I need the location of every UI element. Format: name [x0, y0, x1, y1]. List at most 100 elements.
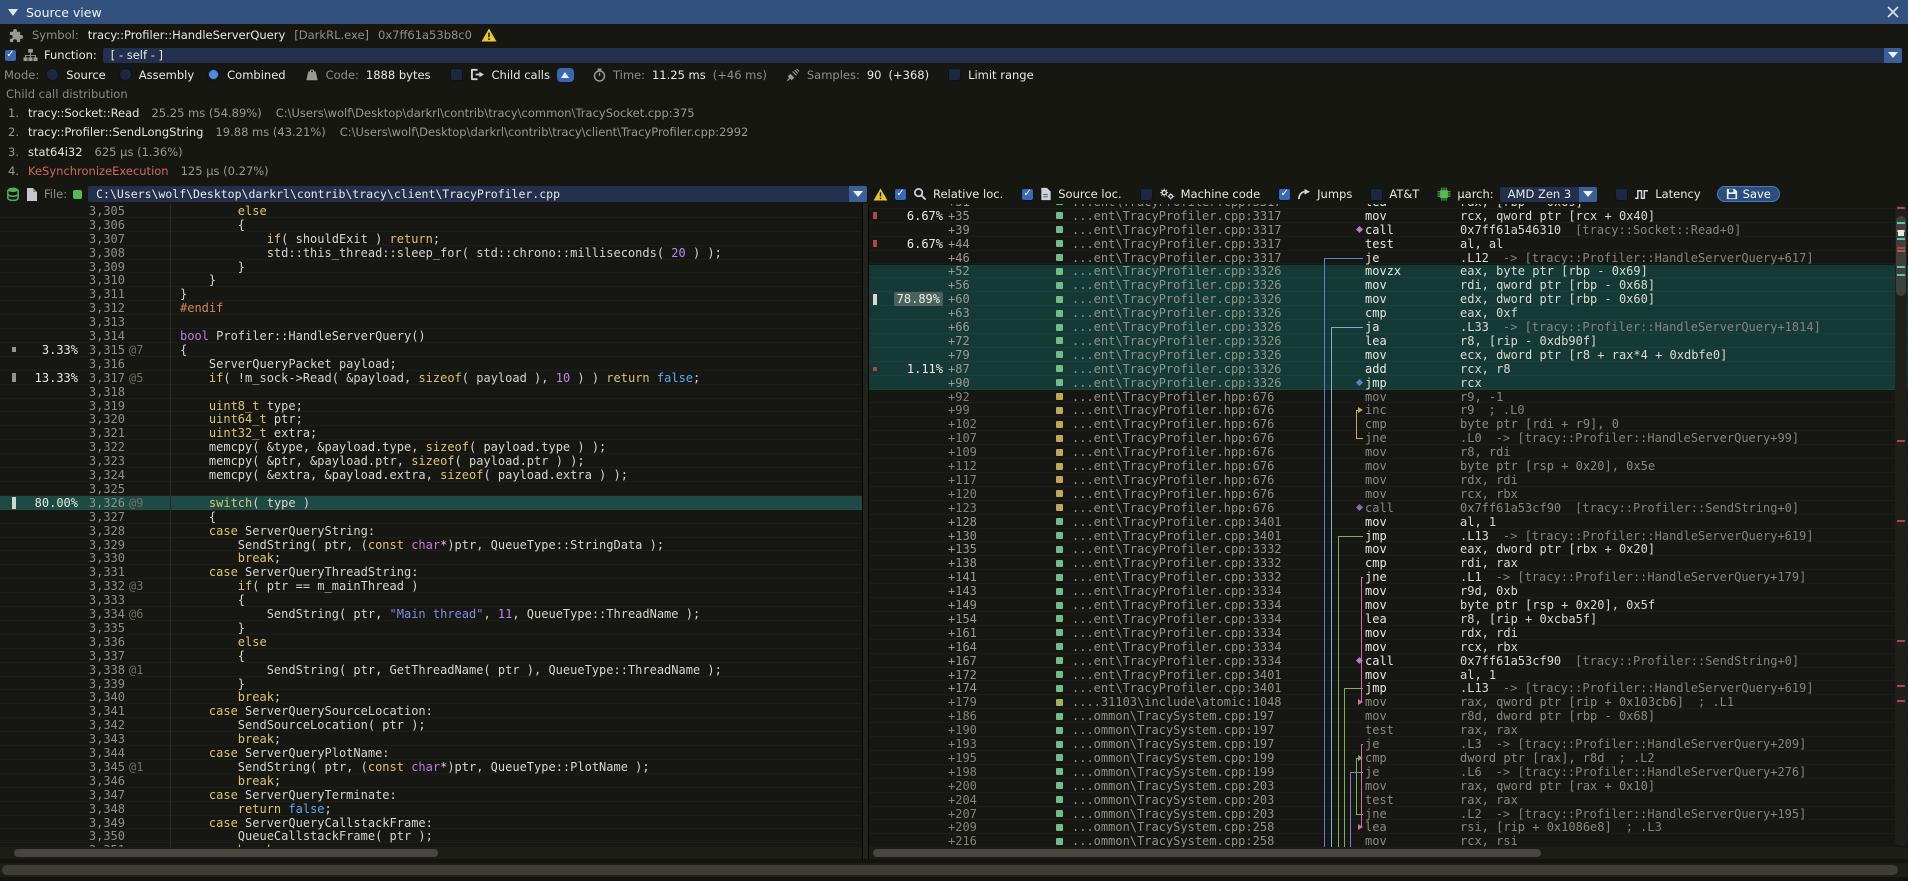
asm-mnemonic[interactable]: mov	[1365, 390, 1387, 404]
asm-vscrollbar[interactable]	[1895, 204, 1907, 846]
att-checkbox[interactable]	[1370, 188, 1383, 201]
source-hscroll-thumb[interactable]	[14, 849, 438, 857]
asm-row[interactable]: +135...ent\TracyProfiler.cpp:3332moveax,…	[869, 543, 1908, 557]
asm-mnemonic[interactable]: mov	[1365, 668, 1387, 682]
child-call-item[interactable]: 1.tracy::Socket::Read25.25 ms (54.89%)C:…	[0, 103, 1908, 123]
asm-source-loc[interactable]: ...ommon\TracySystem.cpp:258	[1072, 821, 1274, 835]
asm-mnemonic[interactable]: mov	[1365, 348, 1387, 362]
source-line[interactable]: 3,334@6 SendString( ptr, "Main thread", …	[0, 607, 862, 621]
source-pane[interactable]: 3,305 else3,306 {3,307 if( shouldExit ) …	[0, 204, 862, 859]
asm-mnemonic[interactable]: test	[1365, 723, 1394, 737]
asm-source-loc[interactable]: ...ent\TracyProfiler.hpp:676	[1072, 473, 1274, 487]
source-line[interactable]: 3,346 break;	[0, 774, 862, 788]
asm-mnemonic[interactable]: jne	[1365, 570, 1387, 584]
asm-source-loc[interactable]: ...ent\TracyProfiler.cpp:3326	[1072, 292, 1282, 306]
pane-divider[interactable]	[862, 204, 869, 859]
source-line[interactable]: 3,322 memcpy( &type, &payload.type, size…	[0, 440, 862, 454]
source-loc-checkbox[interactable]	[1021, 188, 1034, 201]
asm-source-loc[interactable]: ...ent\TracyProfiler.cpp:3401	[1072, 515, 1282, 529]
source-line[interactable]: 3,324 memcpy( &extra, &payload.extra, si…	[0, 468, 862, 482]
asm-row[interactable]: +107...ent\TracyProfiler.hpp:676jne.L0->…	[869, 431, 1908, 445]
child-call-item[interactable]: 3.stat64i32625 µs (1.36%)	[0, 142, 1908, 162]
asm-source-loc[interactable]: ...ommon\TracySystem.cpp:197	[1072, 723, 1274, 737]
asm-mnemonic[interactable]: add	[1365, 362, 1387, 376]
titlebar[interactable]: Source view	[0, 0, 1908, 24]
asm-row[interactable]: +167...ent\TracyProfiler.cpp:3334call0x7…	[869, 654, 1908, 668]
asm-row[interactable]: +120...ent\TracyProfiler.hpp:676movrcx, …	[869, 487, 1908, 501]
source-line[interactable]: 3,340 break;	[0, 691, 862, 705]
source-line[interactable]: 3,328 case ServerQueryString:	[0, 524, 862, 538]
asm-source-loc[interactable]: ...ent\TracyProfiler.cpp:3332	[1072, 556, 1282, 570]
asm-row[interactable]: +46...ent\TracyProfiler.cpp:3317je.L12->…	[869, 251, 1908, 265]
source-line[interactable]: 3,329 SendString( ptr, (const char*)ptr,…	[0, 538, 862, 552]
source-line[interactable]: 3,342 SendSourceLocation( ptr );	[0, 718, 862, 732]
child-call-item[interactable]: 2.tracy::Profiler::SendLongString19.88 m…	[0, 123, 1908, 143]
asm-mnemonic[interactable]: jmp	[1365, 376, 1387, 390]
asm-row[interactable]: +79...ent\TracyProfiler.cpp:3326movecx, …	[869, 348, 1908, 362]
asm-mnemonic[interactable]: mov	[1365, 584, 1387, 598]
asm-source-loc[interactable]: ...ent\TracyProfiler.cpp:3334	[1072, 598, 1282, 612]
asm-row[interactable]: 1.11%+87...ent\TracyProfiler.cpp:3326add…	[869, 362, 1908, 376]
asm-hscrollbar[interactable]	[869, 847, 1908, 859]
child-calls-label[interactable]: Child calls	[492, 68, 550, 82]
asm-mnemonic[interactable]: cmp	[1365, 556, 1387, 570]
asm-hscroll-thumb[interactable]	[873, 849, 1541, 857]
bottom-scroll-thumb[interactable]	[2, 865, 1898, 875]
source-line[interactable]: 3,305 else	[0, 204, 862, 218]
asm-row[interactable]: +198...ommon\TracySystem.cpp:199je.L6-> …	[869, 765, 1908, 779]
asm-mnemonic[interactable]: lea	[1365, 821, 1387, 835]
source-line[interactable]: 3,345@1 SendString( ptr, (const char*)pt…	[0, 760, 862, 774]
asm-mnemonic[interactable]: call	[1365, 223, 1394, 237]
source-line[interactable]: 3,309 }	[0, 260, 862, 274]
source-line[interactable]: 3,333 {	[0, 593, 862, 607]
asm-mnemonic[interactable]: je	[1365, 251, 1379, 265]
asm-mnemonic[interactable]: mov	[1365, 292, 1387, 306]
asm-mnemonic[interactable]: je	[1365, 765, 1379, 779]
asm-mnemonic[interactable]: mov	[1365, 445, 1387, 459]
asm-mnemonic[interactable]: lea	[1365, 612, 1387, 626]
uarch-dropdown[interactable]: AMD Zen 3	[1500, 187, 1598, 202]
asm-mnemonic[interactable]: inc	[1365, 404, 1387, 418]
asm-row[interactable]: +193...ommon\TracySystem.cpp:197je.L3-> …	[869, 737, 1908, 751]
asm-row[interactable]: +39...ent\TracyProfiler.cpp:3317call0x7f…	[869, 223, 1908, 237]
asm-row[interactable]: +92...ent\TracyProfiler.hpp:676movr9, -1	[869, 390, 1908, 404]
asm-row[interactable]: +179....31103\include\atomic:1048movrax,…	[869, 695, 1908, 709]
asm-source-loc[interactable]: ...ent\TracyProfiler.cpp:3334	[1072, 584, 1282, 598]
radio-source-label[interactable]: Source	[66, 68, 106, 82]
asm-mnemonic[interactable]: mov	[1365, 473, 1387, 487]
source-line[interactable]: 3,347 case ServerQueryTerminate:	[0, 788, 862, 802]
asm-row[interactable]: +112...ent\TracyProfiler.hpp:676movbyte …	[869, 459, 1908, 473]
source-line[interactable]: 3,321 uint32_t extra;	[0, 426, 862, 440]
asm-source-loc[interactable]: ...ommon\TracySystem.cpp:197	[1072, 709, 1274, 723]
collapse-icon[interactable]	[8, 9, 18, 16]
asm-mnemonic[interactable]: jmp	[1365, 682, 1387, 696]
source-line[interactable]: 3,350 QueueCallstackFrame( ptr );	[0, 830, 862, 844]
asm-row[interactable]: 78.89%+60...ent\TracyProfiler.cpp:3326mo…	[869, 292, 1908, 306]
latency-checkbox[interactable]	[1615, 188, 1628, 201]
asm-row[interactable]: +186...ommon\TracySystem.cpp:197movr8d, …	[869, 709, 1908, 723]
asm-row[interactable]: +138...ent\TracyProfiler.cpp:3332cmprdi,…	[869, 556, 1908, 570]
asm-row[interactable]: +207...ommon\TracySystem.cpp:203jne.L2->…	[869, 807, 1908, 821]
asm-mnemonic[interactable]: mov	[1365, 459, 1387, 473]
source-line[interactable]: 3,313	[0, 315, 862, 329]
asm-mnemonic[interactable]: mov	[1365, 515, 1387, 529]
asm-row[interactable]: +143...ent\TracyProfiler.cpp:3334movr9d,…	[869, 584, 1908, 598]
source-line[interactable]: 3,311}	[0, 287, 862, 301]
asm-mnemonic[interactable]: jne	[1365, 431, 1387, 445]
asm-source-loc[interactable]: ...ent\TracyProfiler.cpp:3317	[1072, 209, 1282, 223]
relative-loc-label[interactable]: Relative loc.	[933, 187, 1003, 201]
asm-source-loc[interactable]: ...ent\TracyProfiler.cpp:3334	[1072, 612, 1282, 626]
asm-source-loc[interactable]: ...ommon\TracySystem.cpp:199	[1072, 765, 1274, 779]
assembly-pane[interactable]: +31...ent\TracyProfiler.cpp:3317learax, …	[869, 204, 1908, 859]
source-line[interactable]: 3,330 break;	[0, 552, 862, 566]
source-line[interactable]: 3,325	[0, 482, 862, 496]
asm-source-loc[interactable]: ...ent\TracyProfiler.cpp:3401	[1072, 668, 1282, 682]
source-line[interactable]: 3,341 case ServerQuerySourceLocation:	[0, 704, 862, 718]
asm-mnemonic[interactable]: mov	[1365, 640, 1387, 654]
source-hscrollbar[interactable]	[0, 847, 862, 859]
chevron-down-icon[interactable]	[849, 186, 867, 202]
asm-row[interactable]: +154...ent\TracyProfiler.cpp:3334lear8, …	[869, 612, 1908, 626]
child-call-item[interactable]: 4.KeSynchronizeExecution125 µs (0.27%)	[0, 162, 1908, 182]
asm-row[interactable]: 6.67%+35...ent\TracyProfiler.cpp:3317mov…	[869, 209, 1908, 223]
source-line[interactable]: 3,332@3 if( ptr == m_mainThread )	[0, 579, 862, 593]
